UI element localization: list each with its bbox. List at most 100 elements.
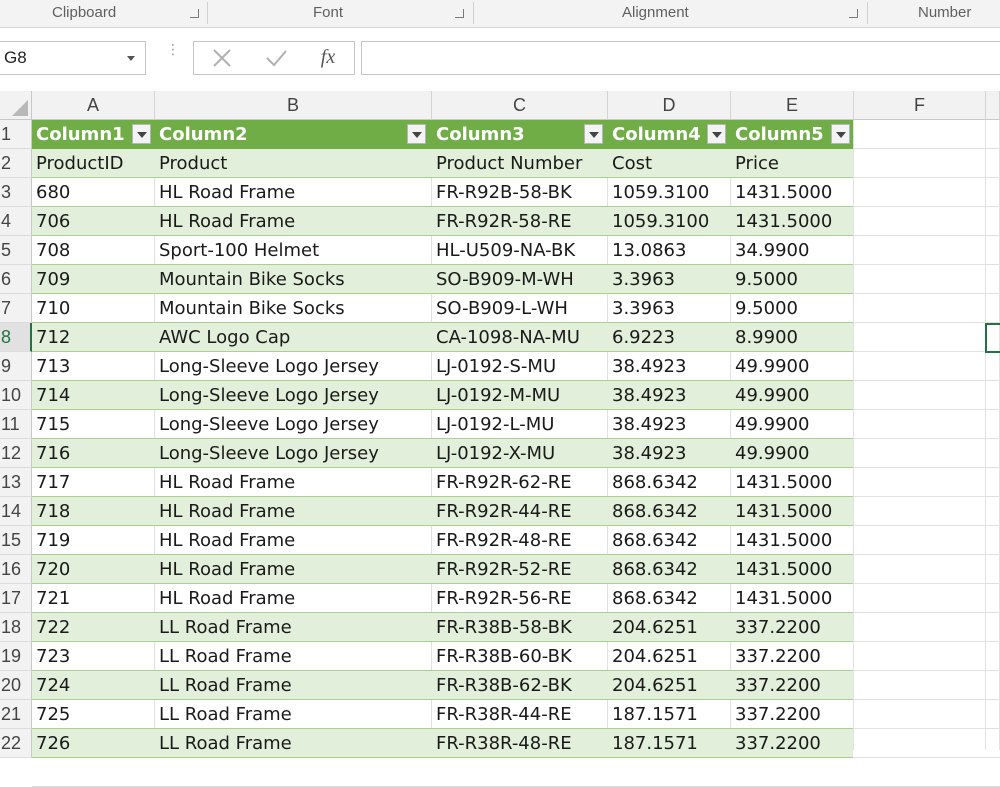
table-cell[interactable]: FR-R92R-44-RE <box>432 497 608 526</box>
table-cell[interactable]: 709 <box>32 265 155 294</box>
table-cell[interactable]: LJ-0192-S-MU <box>432 352 608 381</box>
filter-dropdown-button[interactable] <box>132 124 151 144</box>
table-cell[interactable]: AWC Logo Cap <box>155 323 432 352</box>
table-cell[interactable]: 204.6251 <box>608 642 731 671</box>
table-cell[interactable]: 868.6342 <box>608 468 731 497</box>
column-header-e[interactable]: E <box>731 91 854 120</box>
table-cell[interactable]: FR-R38B-62-BK <box>432 671 608 700</box>
table-cell[interactable]: 8.9900 <box>731 323 854 352</box>
table-cell[interactable]: 720 <box>32 555 155 584</box>
table-cell[interactable]: 868.6342 <box>608 526 731 555</box>
table-cell[interactable]: Long-Sleeve Logo Jersey <box>155 410 432 439</box>
row-header-15[interactable]: 15 <box>0 526 32 555</box>
table-cell[interactable]: HL Road Frame <box>155 526 432 555</box>
row-header-19[interactable]: 19 <box>0 642 32 671</box>
table-cell[interactable]: Product Number <box>432 149 608 178</box>
table-cell[interactable]: HL Road Frame <box>155 178 432 207</box>
table-cell[interactable]: 38.4923 <box>608 352 731 381</box>
column-header-b[interactable]: B <box>155 91 432 120</box>
row-header-11[interactable]: 11 <box>0 410 32 439</box>
row-header-7[interactable]: 7 <box>0 294 32 323</box>
dialog-launcher-icon[interactable] <box>455 9 464 18</box>
table-cell[interactable]: FR-R92B-58-BK <box>432 178 608 207</box>
table-cell[interactable]: LJ-0192-X-MU <box>432 439 608 468</box>
table-cell[interactable]: FR-R38R-44-RE <box>432 700 608 729</box>
filter-dropdown-button[interactable] <box>407 124 426 144</box>
table-header-cell[interactable]: Column3 <box>432 120 608 149</box>
table-cell[interactable]: Long-Sleeve Logo Jersey <box>155 381 432 410</box>
column-header-partial[interactable] <box>986 91 1000 120</box>
table-cell[interactable]: 3.3963 <box>608 294 731 323</box>
table-cell[interactable]: LL Road Frame <box>155 729 432 758</box>
row-header-13[interactable]: 13 <box>0 468 32 497</box>
table-cell[interactable]: 680 <box>32 178 155 207</box>
row-header-1[interactable]: 1 <box>0 120 32 149</box>
worksheet-grid[interactable]: ABCDEF 1 2 3 4 5 6 7 8 9 10 11 12 13 14 15 16 17 18 19 20 21… <box>0 91 1000 787</box>
table-cell[interactable]: FR-R38B-60-BK <box>432 642 608 671</box>
table-cell[interactable]: 1431.5000 <box>731 555 854 584</box>
table-cell[interactable]: 716 <box>32 439 155 468</box>
table-cell[interactable]: HL Road Frame <box>155 584 432 613</box>
row-header-20[interactable]: 20 <box>0 671 32 700</box>
table-cell[interactable]: 34.9900 <box>731 236 854 265</box>
table-cell[interactable]: 719 <box>32 526 155 555</box>
row-header-14[interactable]: 14 <box>0 497 32 526</box>
table-header-cell[interactable]: Column2 <box>155 120 432 149</box>
table-cell[interactable]: HL Road Frame <box>155 555 432 584</box>
table-cell[interactable]: HL-U509-NA-BK <box>432 236 608 265</box>
active-cell-cursor[interactable] <box>985 323 1000 353</box>
row-header-12[interactable]: 12 <box>0 439 32 468</box>
chevron-down-icon[interactable] <box>127 56 135 61</box>
table-cell[interactable]: FR-R38R-48-RE <box>432 729 608 758</box>
row-header-9[interactable]: 9 <box>0 352 32 381</box>
dialog-launcher-icon[interactable] <box>190 9 199 18</box>
table-cell[interactable]: 1431.5000 <box>731 584 854 613</box>
table-cell[interactable]: HL Road Frame <box>155 497 432 526</box>
cancel-icon[interactable] <box>202 44 242 72</box>
row-header-3[interactable]: 3 <box>0 178 32 207</box>
table-cell[interactable]: 13.0863 <box>608 236 731 265</box>
row-header-10[interactable]: 10 <box>0 381 32 410</box>
filter-dropdown-button[interactable] <box>584 124 603 144</box>
table-cell[interactable]: 710 <box>32 294 155 323</box>
table-cell[interactable]: LL Road Frame <box>155 642 432 671</box>
table-cell[interactable]: 868.6342 <box>608 497 731 526</box>
table-cell[interactable]: 1059.3100 <box>608 178 731 207</box>
select-all-button[interactable] <box>0 91 32 120</box>
table-cell[interactable]: 726 <box>32 729 155 758</box>
table-cell[interactable]: Long-Sleeve Logo Jersey <box>155 352 432 381</box>
table-cell[interactable]: FR-R92R-58-RE <box>432 207 608 236</box>
table-cell[interactable]: 187.1571 <box>608 700 731 729</box>
table-cell[interactable]: 722 <box>32 613 155 642</box>
table-cell[interactable]: 204.6251 <box>608 671 731 700</box>
table-cell[interactable]: 337.2200 <box>731 671 854 700</box>
table-cell[interactable]: 708 <box>32 236 155 265</box>
table-cell[interactable]: 3.3963 <box>608 265 731 294</box>
row-header-22[interactable]: 22 <box>0 729 32 758</box>
table-cell[interactable]: 38.4923 <box>608 410 731 439</box>
table-cell[interactable]: 9.5000 <box>731 265 854 294</box>
table-cell[interactable]: 187.1571 <box>608 729 731 758</box>
table-cell[interactable]: 1431.5000 <box>731 526 854 555</box>
table-cell[interactable]: LL Road Frame <box>155 700 432 729</box>
table-cell[interactable]: Mountain Bike Socks <box>155 265 432 294</box>
table-cell[interactable]: 718 <box>32 497 155 526</box>
column-header-a[interactable]: A <box>32 91 155 120</box>
table-cell[interactable]: Cost <box>608 149 731 178</box>
table-cell[interactable]: FR-R92R-56-RE <box>432 584 608 613</box>
table-cell[interactable]: 723 <box>32 642 155 671</box>
table-cell[interactable]: SO-B909-L-WH <box>432 294 608 323</box>
row-header-18[interactable]: 18 <box>0 613 32 642</box>
table-cell[interactable]: FR-R92R-62-RE <box>432 468 608 497</box>
filter-dropdown-button[interactable] <box>707 124 726 144</box>
column-header-c[interactable]: C <box>432 91 608 120</box>
name-box[interactable]: G8 <box>0 41 146 75</box>
table-cell[interactable]: 337.2200 <box>731 642 854 671</box>
table-cell[interactable]: 714 <box>32 381 155 410</box>
table-cell[interactable]: 715 <box>32 410 155 439</box>
table-cell[interactable]: 725 <box>32 700 155 729</box>
table-cell[interactable]: Mountain Bike Socks <box>155 294 432 323</box>
insert-function-button[interactable]: fx <box>308 44 348 72</box>
table-cell[interactable]: 204.6251 <box>608 613 731 642</box>
table-cell[interactable]: 713 <box>32 352 155 381</box>
